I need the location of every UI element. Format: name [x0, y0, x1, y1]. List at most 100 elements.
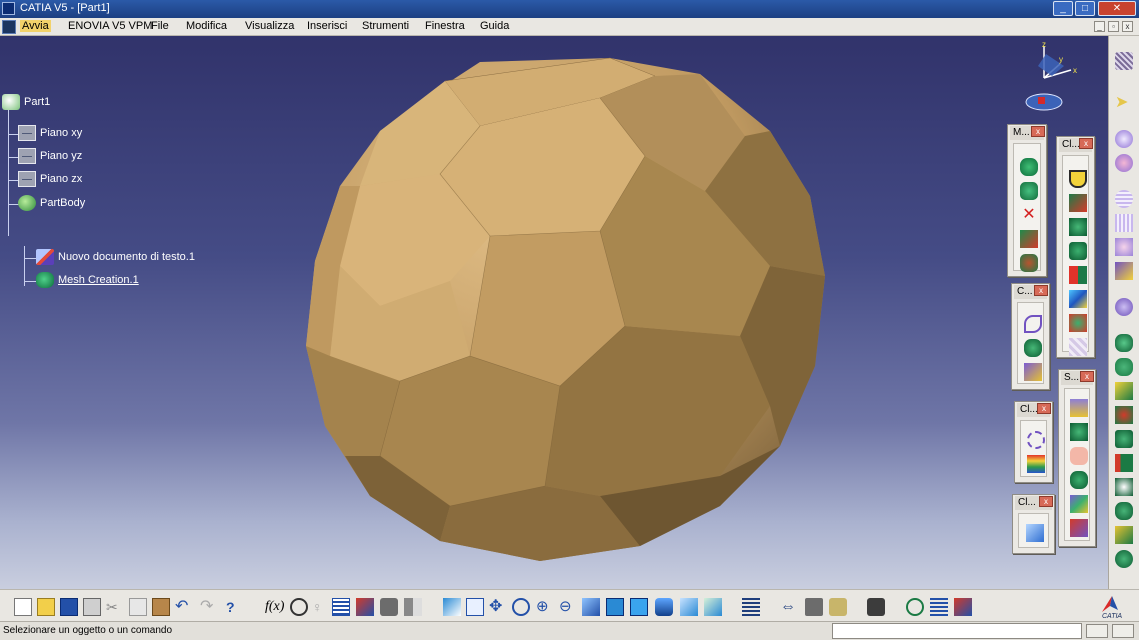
multi-view-icon[interactable]: [606, 598, 624, 616]
optimize-icon[interactable]: [1115, 502, 1133, 520]
surface-analysis-icon[interactable]: [1070, 399, 1088, 417]
cloud-analysis-icon[interactable]: [1027, 431, 1045, 449]
redo-icon[interactable]: ↷: [200, 598, 218, 616]
mesh-cleaner-icon[interactable]: [1115, 430, 1133, 448]
command-history-button[interactable]: [1112, 624, 1134, 638]
copy-icon[interactable]: [129, 598, 147, 616]
floating-toolbar-cl-3[interactable]: Cl... x: [1012, 494, 1055, 554]
swap-visible-space-icon[interactable]: [704, 598, 722, 616]
analysis-icon[interactable]: [954, 598, 972, 616]
undo-icon[interactable]: ↶: [175, 598, 193, 616]
formula-icon[interactable]: f(x): [265, 598, 284, 616]
knowledge-icon[interactable]: ♀: [312, 598, 330, 616]
menu-enovia[interactable]: ENOVIA V5 VPM: [66, 20, 154, 32]
paste-icon[interactable]: [152, 598, 170, 616]
compass[interactable]: z x y: [1016, 40, 1086, 115]
menu-guida[interactable]: Guida: [478, 20, 511, 32]
menu-visualizza[interactable]: Visualizza: [243, 20, 296, 32]
whats-this-icon[interactable]: ?: [226, 598, 244, 616]
boolean-icon[interactable]: [1069, 266, 1087, 284]
floating-toolbar-cl-2[interactable]: Cl... x: [1014, 401, 1053, 483]
print-icon[interactable]: [83, 598, 101, 616]
command-stop-button[interactable]: [1086, 624, 1108, 638]
offset-icon[interactable]: [1020, 254, 1038, 272]
macro-icon[interactable]: [380, 598, 398, 616]
document-menu-icon[interactable]: [2, 20, 16, 34]
floating-toolbar-cl-1[interactable]: Cl... x: [1056, 136, 1095, 358]
mesh-tool-icon[interactable]: [1020, 158, 1038, 176]
update-icon[interactable]: [742, 598, 760, 616]
curve-icon[interactable]: [1024, 315, 1042, 333]
menu-strumenti[interactable]: Strumenti: [360, 20, 411, 32]
catalog-icon[interactable]: [356, 598, 374, 616]
measure-inertia-icon[interactable]: [829, 598, 847, 616]
curve-on-mesh-icon[interactable]: [1024, 339, 1042, 357]
cloud-edit-icon[interactable]: [1026, 524, 1044, 542]
hide-show-icon[interactable]: [680, 598, 698, 616]
cut-icon[interactable]: ✂: [106, 598, 124, 616]
decimate-icon[interactable]: [1115, 478, 1133, 496]
3d-viewport[interactable]: Part1 Piano xy Piano yz Piano zx PartBod…: [0, 36, 1108, 589]
zoom-in-icon[interactable]: ⊕: [536, 598, 554, 616]
mesh-smoothing-icon[interactable]: [1115, 406, 1133, 424]
toolbar-close-icon[interactable]: x: [1037, 403, 1051, 414]
workbench-icon[interactable]: [1115, 52, 1133, 70]
toolbar-close-icon[interactable]: x: [1034, 285, 1048, 296]
catia-app-icon[interactable]: [2, 2, 15, 15]
shape-icon[interactable]: [1070, 447, 1088, 465]
export-icon[interactable]: [1115, 154, 1133, 172]
comment-icon[interactable]: [290, 598, 308, 616]
doc-minimize-button[interactable]: _: [1094, 21, 1105, 32]
pan-icon[interactable]: ✥: [489, 598, 507, 616]
zoom-out-icon[interactable]: ⊖: [559, 598, 577, 616]
deviation-analysis-icon[interactable]: [1027, 455, 1045, 473]
align-icon[interactable]: [1115, 298, 1133, 316]
command-input[interactable]: [832, 623, 1082, 639]
capture-icon[interactable]: [867, 598, 885, 616]
normal-view-icon[interactable]: [582, 598, 600, 616]
floating-toolbar-s[interactable]: S... x: [1058, 369, 1096, 547]
menu-avvia[interactable]: Avvia: [20, 20, 51, 32]
floating-toolbar-c[interactable]: C... x: [1011, 283, 1050, 390]
cloud-activate-icon[interactable]: [1115, 190, 1133, 208]
parameters-icon[interactable]: [930, 598, 948, 616]
delete-icon[interactable]: ✕: [1020, 206, 1038, 224]
select-arrow-icon[interactable]: ➤: [1115, 94, 1133, 112]
shading-icon[interactable]: [655, 598, 673, 616]
cloud-filter-icon[interactable]: [1115, 238, 1133, 256]
measure-between-icon[interactable]: ⇔: [780, 598, 798, 616]
doc-close-button[interactable]: x: [1122, 21, 1133, 32]
offset-mesh-icon[interactable]: [1115, 358, 1133, 376]
menu-modifica[interactable]: Modifica: [184, 20, 229, 32]
rotate-icon[interactable]: [512, 598, 530, 616]
minimize-button[interactable]: _: [1053, 1, 1073, 16]
toolbar-close-icon[interactable]: x: [1039, 496, 1053, 507]
fill-holes-icon[interactable]: [1115, 454, 1133, 472]
import-icon[interactable]: [1115, 130, 1133, 148]
split-mesh-icon[interactable]: [1115, 526, 1133, 544]
pattern-icon[interactable]: [1069, 338, 1087, 356]
fill-icon[interactable]: [1069, 314, 1087, 332]
toolbar-close-icon[interactable]: x: [1079, 138, 1093, 149]
menu-inserisci[interactable]: Inserisci: [305, 20, 349, 32]
mesh-creation-icon[interactable]: [1115, 334, 1133, 352]
menu-file[interactable]: File: [149, 20, 171, 32]
floating-toolbar-m[interactable]: M... x ✕: [1007, 124, 1047, 277]
trim-icon[interactable]: [1069, 218, 1087, 236]
iso-view-icon[interactable]: [630, 598, 648, 616]
merge-mesh-icon[interactable]: [1115, 550, 1133, 568]
save-icon[interactable]: [60, 598, 78, 616]
section-icon[interactable]: [1024, 363, 1042, 381]
project-icon[interactable]: [1069, 290, 1087, 308]
toolbar-close-icon[interactable]: x: [1031, 126, 1045, 137]
cycle-icon[interactable]: [906, 598, 924, 616]
fit-all-icon[interactable]: [466, 598, 484, 616]
open-folder-icon[interactable]: [37, 598, 55, 616]
menu-finestra[interactable]: Finestra: [423, 20, 467, 32]
table-icon[interactable]: [332, 598, 350, 616]
magnet-icon[interactable]: [1069, 170, 1087, 188]
surface-network-icon[interactable]: [1070, 471, 1088, 489]
split-icon[interactable]: [1069, 194, 1087, 212]
automatic-surface-icon[interactable]: [1070, 495, 1088, 513]
doc-restore-button[interactable]: ▫: [1108, 21, 1119, 32]
